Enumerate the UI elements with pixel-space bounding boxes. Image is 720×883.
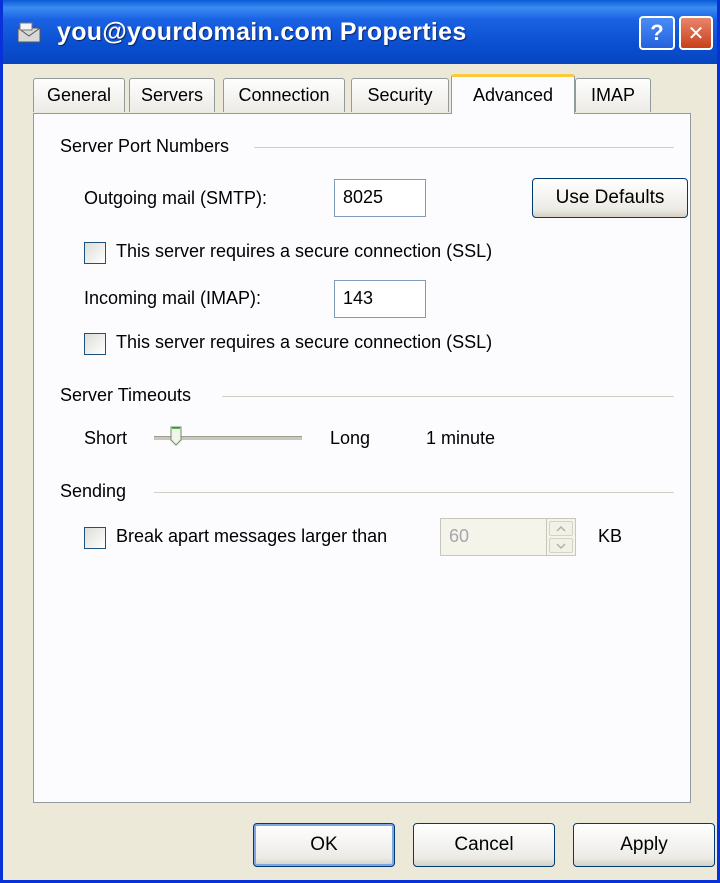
tab-label: IMAP bbox=[590, 85, 635, 105]
help-icon: ? bbox=[650, 20, 664, 45]
spin-down-button[interactable] bbox=[549, 538, 573, 553]
group-divider bbox=[154, 492, 674, 493]
break-apart-size-input[interactable]: 60 bbox=[440, 518, 550, 556]
tab-label: Security bbox=[367, 85, 433, 105]
incoming-mail-label: Incoming mail (IMAP): bbox=[84, 288, 262, 308]
title-bar[interactable]: you@yourdomain.com Properties ? ✕ bbox=[3, 0, 717, 64]
tab-label: Servers bbox=[140, 85, 203, 105]
timeout-long-label: Long bbox=[330, 428, 371, 448]
chevron-up-icon bbox=[556, 525, 566, 532]
help-button[interactable]: ? bbox=[639, 16, 675, 50]
mail-account-icon bbox=[17, 22, 41, 43]
outgoing-port-input[interactable]: 8025 bbox=[334, 179, 426, 217]
tab-security[interactable]: Security bbox=[351, 78, 449, 112]
incoming-port-input[interactable]: 143 bbox=[334, 280, 426, 318]
break-apart-checkbox[interactable] bbox=[84, 527, 106, 549]
outgoing-ssl-label: This server requires a secure connection… bbox=[116, 241, 493, 261]
timeouts-group-label: Server Timeouts bbox=[60, 385, 200, 406]
close-button[interactable]: ✕ bbox=[679, 16, 713, 50]
break-apart-label: Break apart messages larger than bbox=[116, 526, 388, 546]
incoming-ssl-checkbox[interactable] bbox=[84, 333, 106, 355]
size-unit-label: KB bbox=[598, 526, 623, 546]
timeout-short-label: Short bbox=[84, 428, 128, 448]
tab-imap[interactable]: IMAP bbox=[575, 78, 651, 112]
outgoing-mail-label: Outgoing mail (SMTP): bbox=[84, 188, 268, 208]
properties-dialog: you@yourdomain.com Properties ? ✕ Genera… bbox=[0, 0, 720, 883]
timeout-slider-thumb[interactable] bbox=[170, 426, 182, 446]
apply-button[interactable]: Apply bbox=[573, 823, 715, 867]
size-spinner[interactable] bbox=[546, 518, 576, 556]
use-defaults-button[interactable]: Use Defaults bbox=[532, 178, 688, 218]
close-icon: ✕ bbox=[687, 22, 705, 45]
port-numbers-group-label: Server Port Numbers bbox=[60, 136, 238, 157]
sending-group-label: Sending bbox=[60, 481, 135, 502]
group-divider bbox=[254, 147, 674, 148]
tab-label: Advanced bbox=[472, 85, 554, 105]
window-title: you@yourdomain.com Properties bbox=[57, 18, 467, 46]
advanced-panel: Server Port Numbers Outgoing mail (SMTP)… bbox=[33, 113, 691, 803]
tab-label: Connection bbox=[238, 85, 330, 105]
timeout-value: 1 minute bbox=[426, 428, 496, 448]
tab-advanced[interactable]: Advanced bbox=[451, 74, 575, 114]
group-divider bbox=[222, 396, 674, 397]
cancel-button[interactable]: Cancel bbox=[413, 823, 555, 867]
tab-general[interactable]: General bbox=[33, 78, 125, 112]
ok-button[interactable]: OK bbox=[253, 823, 395, 867]
chevron-down-icon bbox=[556, 542, 566, 549]
tab-label: General bbox=[46, 85, 112, 105]
outgoing-ssl-checkbox[interactable] bbox=[84, 242, 106, 264]
incoming-ssl-label: This server requires a secure connection… bbox=[116, 332, 493, 352]
tab-connection[interactable]: Connection bbox=[223, 78, 345, 112]
tab-servers[interactable]: Servers bbox=[129, 78, 215, 112]
spin-up-button[interactable] bbox=[549, 521, 573, 536]
